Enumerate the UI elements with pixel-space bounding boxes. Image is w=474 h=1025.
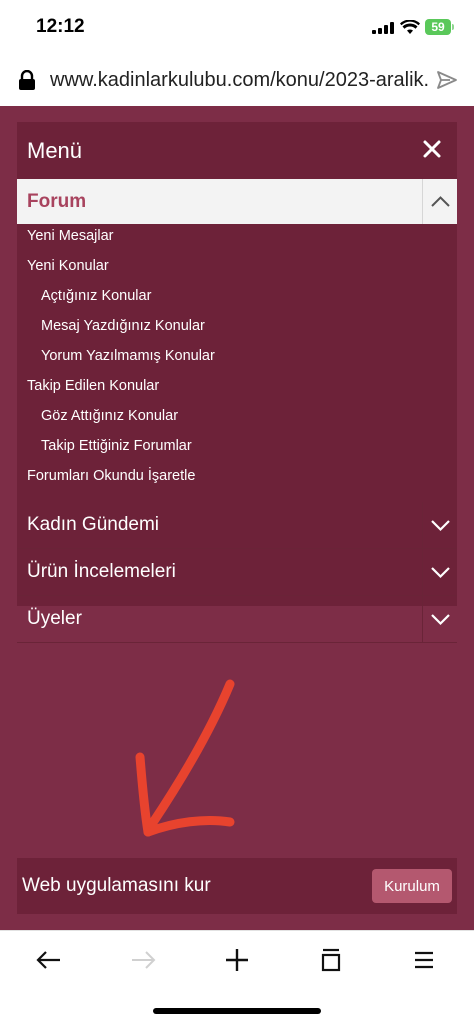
status-bar: 12:12 59	[0, 0, 474, 56]
menu-item-yeni-mesajlar[interactable]: Yeni Mesajlar	[27, 228, 114, 244]
forum-section-header[interactable]: Forum	[17, 179, 457, 224]
menu-item-forumlari-okundu-isaretle[interactable]: Forumları Okundu İşaretle	[27, 468, 195, 484]
section-expand-toggle[interactable]	[422, 596, 458, 642]
share-icon[interactable]	[436, 69, 458, 91]
lock-icon	[19, 70, 35, 90]
url-text[interactable]: www.kadinlarkulubu.com/konu/2023-aralik.…	[50, 69, 430, 92]
menu-title: Menü	[27, 138, 83, 163]
page-content: Menü Forum Yeni Mesajlar Yeni Konular Aç…	[0, 106, 474, 930]
close-icon[interactable]	[419, 136, 445, 162]
signal-icon	[372, 22, 394, 34]
home-indicator[interactable]	[153, 1008, 321, 1014]
section-expand-toggle[interactable]	[422, 502, 458, 548]
menu-icon[interactable]	[404, 943, 444, 977]
section-expand-toggle[interactable]	[422, 549, 458, 595]
battery-tip	[452, 24, 454, 30]
forward-arrow-icon[interactable]	[123, 943, 163, 977]
menu-item-mesaj-yazdiginiz-konular[interactable]: Mesaj Yazdığınız Konular	[41, 318, 205, 334]
menu-item-goz-attiginiz-konular[interactable]: Göz Attığınız Konular	[41, 408, 178, 424]
menu-item-takip-ettiginiz-forumlar[interactable]: Takip Ettiğiniz Forumlar	[41, 438, 192, 454]
install-text: Web uygulamasını kur	[22, 875, 211, 896]
url-bar[interactable]: www.kadinlarkulubu.com/konu/2023-aralik.…	[0, 56, 474, 106]
section-kadin-gundemi[interactable]: Kadın Gündemi	[17, 502, 457, 549]
menu-item-yeni-konular[interactable]: Yeni Konular	[27, 258, 109, 274]
menu-item-actiginiz-konular[interactable]: Açtığınız Konular	[41, 288, 151, 304]
back-arrow-icon[interactable]	[29, 943, 69, 977]
install-banner: Web uygulamasını kur Kurulum	[17, 858, 457, 914]
section-uyeler[interactable]: Üyeler	[17, 596, 457, 643]
forum-collapse-toggle[interactable]	[422, 179, 458, 224]
menu-item-takip-edilen-konular[interactable]: Takip Edilen Konular	[27, 378, 159, 394]
chevron-down-icon	[431, 567, 450, 579]
section-label[interactable]: Üyeler	[27, 608, 82, 630]
chevron-up-icon	[431, 196, 450, 207]
chevron-down-icon	[431, 520, 450, 532]
chevron-down-icon	[431, 614, 450, 626]
battery-icon: 59	[425, 19, 451, 35]
section-label[interactable]: Ürün İncelemeleri	[27, 561, 176, 583]
wifi-icon	[400, 20, 420, 34]
section-label[interactable]: Kadın Gündemi	[27, 514, 159, 536]
tabs-icon[interactable]	[311, 943, 351, 977]
status-time: 12:12	[36, 16, 85, 37]
annotation-arrow-icon	[135, 679, 235, 837]
menu-header: Menü	[17, 122, 457, 178]
install-button[interactable]: Kurulum	[372, 869, 452, 903]
plus-icon[interactable]	[217, 943, 257, 977]
forum-label[interactable]: Forum	[27, 191, 86, 213]
menu-item-yorum-yazilmamis-konular[interactable]: Yorum Yazılmamış Konular	[41, 348, 215, 364]
section-urun-incelemeleri[interactable]: Ürün İncelemeleri	[17, 549, 457, 596]
